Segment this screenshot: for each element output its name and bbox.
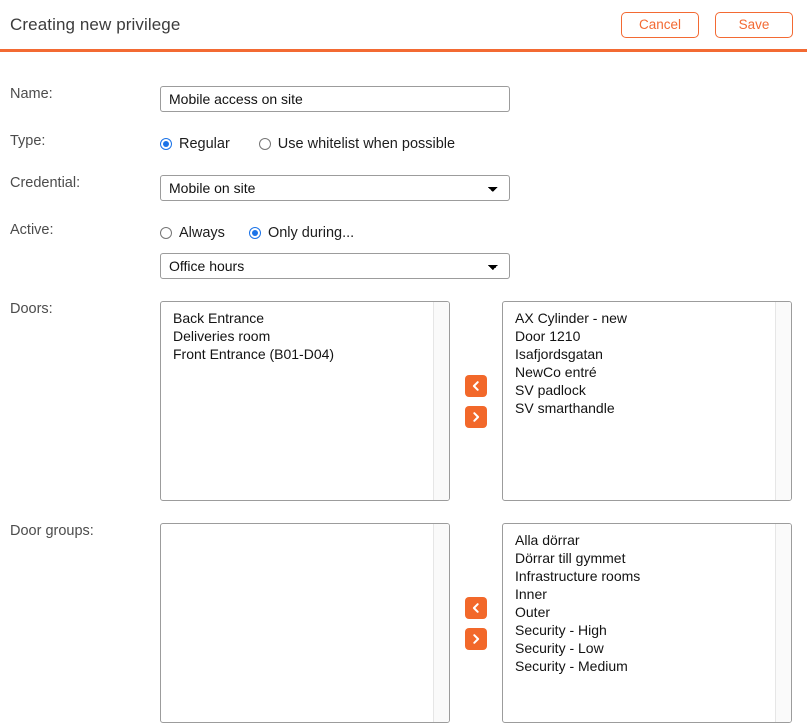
form-row-active: Active: Always Only during... <box>0 222 807 243</box>
radio-selected-icon <box>160 138 172 150</box>
credential-field-wrap: Mobile on site <box>160 175 807 201</box>
list-item[interactable]: Infrastructure rooms <box>515 567 791 585</box>
list-item[interactable]: Front Entrance (B01-D04) <box>173 345 449 363</box>
chevron-left-icon <box>470 602 482 614</box>
list-item[interactable]: AX Cylinder - new <box>515 309 791 327</box>
name-field-wrap <box>160 86 807 112</box>
name-label: Name: <box>10 86 53 102</box>
list-item[interactable]: SV padlock <box>515 381 791 399</box>
form-row-name: Name: <box>0 86 807 112</box>
doors-move-right-button[interactable] <box>465 405 487 428</box>
doors-available-items: AX Cylinder - new Door 1210 Isafjordsgat… <box>503 309 791 417</box>
page-title: Creating new privilege <box>10 14 181 34</box>
doors-selected-scrollbar[interactable] <box>433 302 449 500</box>
chevron-left-icon <box>470 380 482 392</box>
list-item[interactable]: Security - Low <box>515 639 791 657</box>
doors-available-scrollbar[interactable] <box>775 302 791 500</box>
form-row-type: Type: Regular Use whitelist when possibl… <box>0 133 807 154</box>
doors-selected-list[interactable]: Back Entrance Deliveries room Front Entr… <box>160 301 450 501</box>
active-label: Active: <box>10 222 54 238</box>
list-item[interactable]: Isafjordsgatan <box>515 345 791 363</box>
type-radio-regular[interactable]: Regular <box>160 136 230 152</box>
privilege-form: Name: Type: Regular Use whitelist when p… <box>0 86 807 723</box>
page-header: Creating new privilege Cancel Save <box>0 0 807 49</box>
list-item[interactable]: Deliveries room <box>173 327 449 345</box>
save-button[interactable]: Save <box>715 11 793 38</box>
list-item[interactable]: Security - Medium <box>515 657 791 675</box>
door-groups-label: Door groups: <box>10 523 94 539</box>
list-item[interactable]: Security - High <box>515 621 791 639</box>
door-groups-transfer-controls <box>450 523 502 723</box>
list-item[interactable]: SV smarthandle <box>515 399 791 417</box>
door-groups-move-left-button[interactable] <box>465 596 487 619</box>
door-groups-dual-list: Alla dörrar Dörrar till gymmet Infrastru… <box>160 523 807 723</box>
doors-move-left-button[interactable] <box>465 374 487 397</box>
door-groups-selected-list[interactable] <box>160 523 450 723</box>
active-radio-always[interactable]: Always <box>160 225 225 241</box>
active-schedule-select[interactable]: Office hours <box>160 253 510 279</box>
list-item[interactable]: Dörrar till gymmet <box>515 549 791 567</box>
doors-available-list[interactable]: AX Cylinder - new Door 1210 Isafjordsgat… <box>502 301 792 501</box>
active-radio-only-during-label: Only during... <box>267 225 355 241</box>
chevron-right-icon <box>470 411 482 423</box>
credential-label: Credential: <box>10 175 81 191</box>
door-groups-selected-scrollbar[interactable] <box>433 524 449 722</box>
doors-field-wrap: Back Entrance Deliveries room Front Entr… <box>160 301 807 501</box>
type-radio-whitelist[interactable]: Use whitelist when possible <box>258 136 456 152</box>
door-groups-field-wrap: Alla dörrar Dörrar till gymmet Infrastru… <box>160 523 807 723</box>
active-field-wrap: Always Only during... <box>160 222 807 243</box>
doors-dual-list: Back Entrance Deliveries room Front Entr… <box>160 301 807 501</box>
doors-selected-items: Back Entrance Deliveries room Front Entr… <box>161 309 449 363</box>
doors-transfer-controls <box>450 301 502 501</box>
type-field-wrap: Regular Use whitelist when possible <box>160 133 807 154</box>
header-actions: Cancel Save <box>621 11 793 38</box>
type-radio-group: Regular Use whitelist when possible <box>160 133 807 154</box>
doors-label: Doors: <box>10 301 53 317</box>
list-item[interactable]: Door 1210 <box>515 327 791 345</box>
chevron-right-icon <box>470 633 482 645</box>
door-groups-available-list[interactable]: Alla dörrar Dörrar till gymmet Infrastru… <box>502 523 792 723</box>
active-radio-group: Always Only during... <box>160 222 807 243</box>
active-radio-always-label: Always <box>179 225 225 241</box>
form-row-active-schedule: Office hours <box>0 253 807 279</box>
name-input[interactable] <box>160 86 510 112</box>
list-item[interactable]: NewCo entré <box>515 363 791 381</box>
radio-unselected-icon <box>160 227 172 239</box>
cancel-button[interactable]: Cancel <box>621 11 699 38</box>
list-item[interactable]: Back Entrance <box>173 309 449 327</box>
type-label: Type: <box>10 133 46 149</box>
form-row-doors: Doors: Back Entrance Deliveries room Fro… <box>0 301 807 501</box>
type-radio-whitelist-label: Use whitelist when possible <box>277 136 456 152</box>
active-radio-only-during[interactable]: Only during... <box>248 225 355 241</box>
form-row-door-groups: Door groups: Alla dörrar Dörrar till gym… <box>0 523 807 723</box>
door-groups-move-right-button[interactable] <box>465 627 487 650</box>
active-schedule-field-wrap: Office hours <box>160 253 807 279</box>
list-item[interactable]: Inner <box>515 585 791 603</box>
form-row-credential: Credential: Mobile on site <box>0 175 807 201</box>
credential-select[interactable]: Mobile on site <box>160 175 510 201</box>
door-groups-available-items: Alla dörrar Dörrar till gymmet Infrastru… <box>503 531 791 675</box>
radio-selected-icon <box>248 227 261 239</box>
type-radio-regular-label: Regular <box>179 136 230 152</box>
door-groups-available-scrollbar[interactable] <box>775 524 791 722</box>
header-accent-rule <box>0 49 807 52</box>
list-item[interactable]: Alla dörrar <box>515 531 791 549</box>
list-item[interactable]: Outer <box>515 603 791 621</box>
radio-unselected-icon <box>258 138 271 150</box>
